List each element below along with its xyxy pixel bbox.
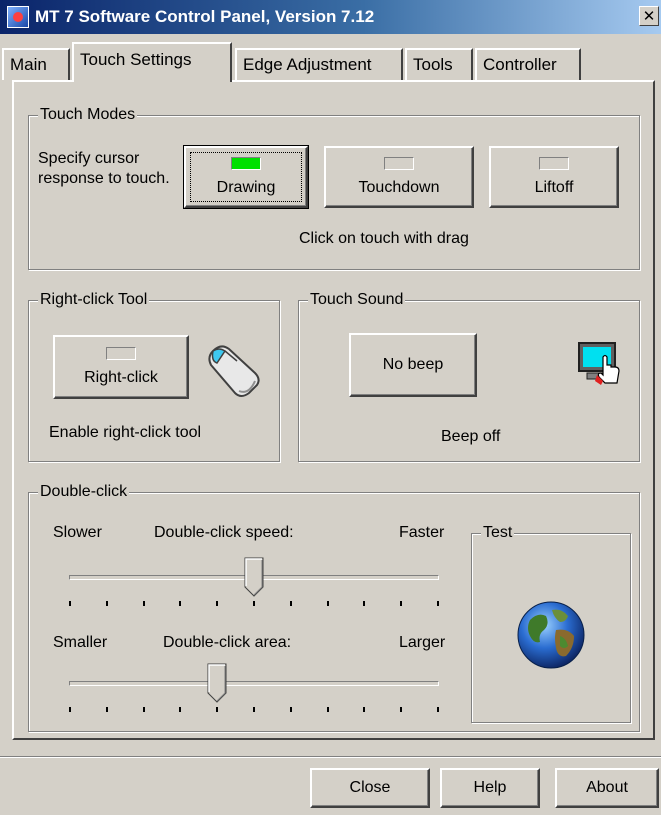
about-button[interactable]: About: [555, 768, 659, 808]
area-slider-thumb[interactable]: [207, 663, 227, 703]
speed-slider-tick: [363, 601, 365, 606]
speed-slider-tick: [143, 601, 145, 606]
help-button-label: Help: [473, 779, 507, 796]
speed-slider-tick: [437, 601, 439, 606]
drawing-button[interactable]: Drawing: [183, 145, 309, 209]
mouse-icon: [208, 345, 260, 397]
double-click-group: Double-click Slower Double-click speed: …: [28, 482, 640, 732]
liftoff-label: Liftoff: [534, 179, 574, 196]
touchdown-label: Touchdown: [358, 179, 440, 196]
touch-sound-status: Beep off: [441, 428, 501, 445]
double-click-legend: Double-click: [38, 482, 130, 502]
area-slider-tick: [253, 707, 255, 712]
liftoff-button[interactable]: Liftoff: [489, 146, 619, 208]
speed-slider-tick: [216, 601, 218, 606]
speed-slider-tick: [179, 601, 181, 606]
touch-mode-status: Click on touch with drag: [299, 230, 469, 247]
drawing-label: Drawing: [216, 179, 276, 196]
tab-controller[interactable]: Controller: [475, 48, 581, 80]
speed-slider-thumb[interactable]: [244, 557, 264, 597]
area-slider-tick: [290, 707, 292, 712]
right-click-tool-legend: Right-click Tool: [38, 290, 150, 310]
globe-icon[interactable]: [516, 600, 586, 670]
close-button[interactable]: Close: [310, 768, 430, 808]
area-slider-tick: [363, 707, 365, 712]
right-click-indicator: [106, 347, 136, 360]
no-beep-label: No beep: [382, 356, 444, 373]
touchdown-indicator: [384, 157, 414, 170]
speed-center-label: Double-click speed:: [154, 524, 294, 541]
right-click-button[interactable]: Right-click: [53, 335, 189, 399]
area-slider-tick: [400, 707, 402, 712]
close-button-label: Close: [349, 779, 391, 796]
area-slider-tick: [437, 707, 439, 712]
area-slider-track: [69, 681, 439, 686]
right-click-status: Enable right-click tool: [49, 424, 202, 441]
test-group: Test: [471, 523, 631, 723]
area-slider-tick: [143, 707, 145, 712]
area-slider-tick: [106, 707, 108, 712]
speed-slider-tick: [400, 601, 402, 606]
touchdown-button[interactable]: Touchdown: [324, 146, 474, 208]
tab-tools[interactable]: Tools: [405, 48, 473, 80]
app-icon: [7, 6, 29, 28]
touch-sound-legend: Touch Sound: [308, 290, 406, 310]
right-click-tool-group: Right-click Tool Right-click Enable righ…: [28, 290, 280, 462]
touch-settings-page: Touch Modes Specify cursor response to t…: [12, 80, 655, 740]
area-slider-tick: [179, 707, 181, 712]
area-larger-label: Larger: [399, 634, 446, 651]
touch-modes-group: Touch Modes Specify cursor response to t…: [28, 105, 640, 270]
touch-sound-group: Touch Sound No beep Beep off: [298, 290, 640, 462]
area-center-label: Double-click area:: [163, 634, 292, 651]
title-bar: MT 7 Software Control Panel, Version 7.1…: [0, 0, 661, 34]
footer-divider: [0, 756, 661, 758]
speed-slider[interactable]: [69, 557, 439, 617]
close-window-button[interactable]: ✕: [639, 6, 659, 26]
tab-strip: Main Touch Settings Edge Adjustment Tool…: [0, 40, 661, 82]
help-button[interactable]: Help: [440, 768, 540, 808]
speed-slider-tick: [106, 601, 108, 606]
speed-faster-label: Faster: [399, 524, 445, 541]
speed-slider-tick: [327, 601, 329, 606]
area-slider-tick: [69, 707, 71, 712]
touch-modes-legend: Touch Modes: [38, 105, 138, 125]
tab-main[interactable]: Main: [2, 48, 70, 80]
monitor-touch-icon: [578, 342, 620, 385]
tab-touch-settings[interactable]: Touch Settings: [72, 42, 232, 82]
touch-modes-description: Specify cursor response to touch.: [38, 150, 170, 187]
area-slider-tick: [327, 707, 329, 712]
speed-slider-tick: [290, 601, 292, 606]
area-slider[interactable]: [69, 663, 439, 723]
test-legend: Test: [481, 523, 515, 543]
window-title: MT 7 Software Control Panel, Version 7.1…: [35, 7, 375, 26]
drawing-indicator: [231, 157, 261, 170]
speed-slider-tick: [253, 601, 255, 606]
no-beep-button[interactable]: No beep: [349, 333, 477, 397]
tab-edge-adjustment[interactable]: Edge Adjustment: [235, 48, 403, 80]
speed-slider-tick: [69, 601, 71, 606]
about-button-label: About: [586, 779, 628, 796]
area-slider-tick: [216, 707, 218, 712]
right-click-label: Right-click: [84, 369, 158, 386]
speed-slower-label: Slower: [53, 524, 102, 541]
area-smaller-label: Smaller: [53, 634, 108, 651]
liftoff-indicator: [539, 157, 569, 170]
